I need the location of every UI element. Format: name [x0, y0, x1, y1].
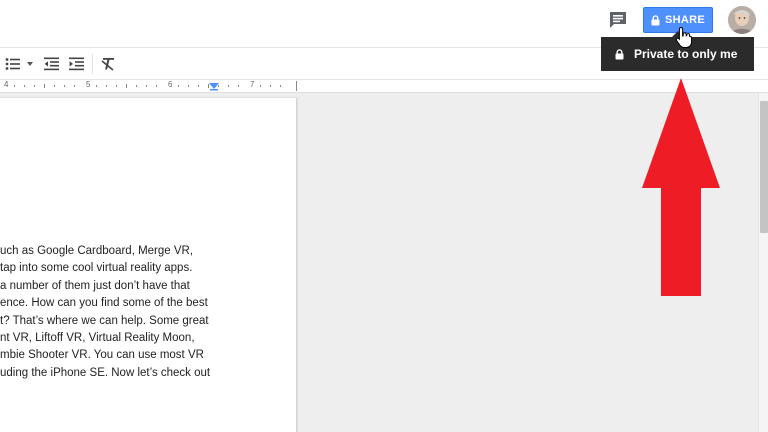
document-line: mbie Shooter VR. You can use most VR	[0, 349, 204, 362]
docs-window: SHARE 4 5 6 7 uch as Google Cardboard, M…	[0, 0, 768, 432]
document-line: uch as Google Cardboard, Merge VR,	[0, 245, 194, 257]
bulleted-list-icon	[5, 58, 20, 70]
share-tooltip: Private to only me	[601, 37, 754, 71]
lock-icon	[615, 48, 624, 59]
tooltip-text: Private to only me	[634, 47, 738, 61]
clear-formatting-icon	[101, 58, 114, 71]
document-canvas: uch as Google Cardboard, Merge VR, tap i…	[0, 93, 758, 432]
ruler-number: 5	[86, 80, 91, 89]
share-button-label: SHARE	[664, 14, 705, 26]
comments-button[interactable]	[606, 8, 630, 32]
avatar-image	[728, 6, 756, 34]
user-avatar[interactable]	[728, 6, 756, 34]
share-button[interactable]: SHARE	[643, 7, 713, 33]
ruler-number: 4	[4, 80, 9, 89]
increase-indent-button[interactable]	[66, 54, 86, 74]
dropdown-caret-icon	[27, 62, 33, 66]
lock-icon	[651, 14, 660, 25]
bulleted-list-button[interactable]	[3, 54, 23, 74]
increase-indent-icon	[68, 57, 84, 71]
document-line: nt VR, Liftoff VR, Virtual Reality Moon,	[0, 331, 195, 344]
document-line: tap into some cool virtual reality apps.	[0, 262, 193, 275]
document-body[interactable]: uch as Google Cardboard, Merge VR, tap i…	[0, 243, 296, 382]
right-indent-marker-icon[interactable]	[209, 83, 219, 91]
ruler-number: 7	[250, 80, 255, 89]
document-line: uding the iPhone SE. Now let’s check out	[0, 366, 211, 379]
scrollbar-thumb[interactable]	[760, 101, 768, 233]
vertical-scrollbar[interactable]	[758, 93, 768, 432]
document-line: a number of them just don’t have that	[0, 279, 190, 292]
decrease-indent-button[interactable]	[41, 54, 61, 74]
ruler-ticks	[14, 81, 297, 91]
toolbar-separator	[92, 54, 93, 74]
decrease-indent-icon	[43, 57, 59, 71]
document-page[interactable]: uch as Google Cardboard, Merge VR, tap i…	[0, 98, 297, 432]
comment-icon	[610, 12, 626, 28]
horizontal-ruler: 4 5 6 7	[0, 80, 768, 93]
list-options-dropdown[interactable]	[25, 54, 35, 74]
document-line: ence. How can you find some of the best	[0, 297, 208, 310]
document-line: t? That’s where we can help. Some great	[0, 314, 209, 327]
clear-formatting-button[interactable]	[98, 54, 118, 74]
ruler-number: 6	[168, 80, 173, 89]
